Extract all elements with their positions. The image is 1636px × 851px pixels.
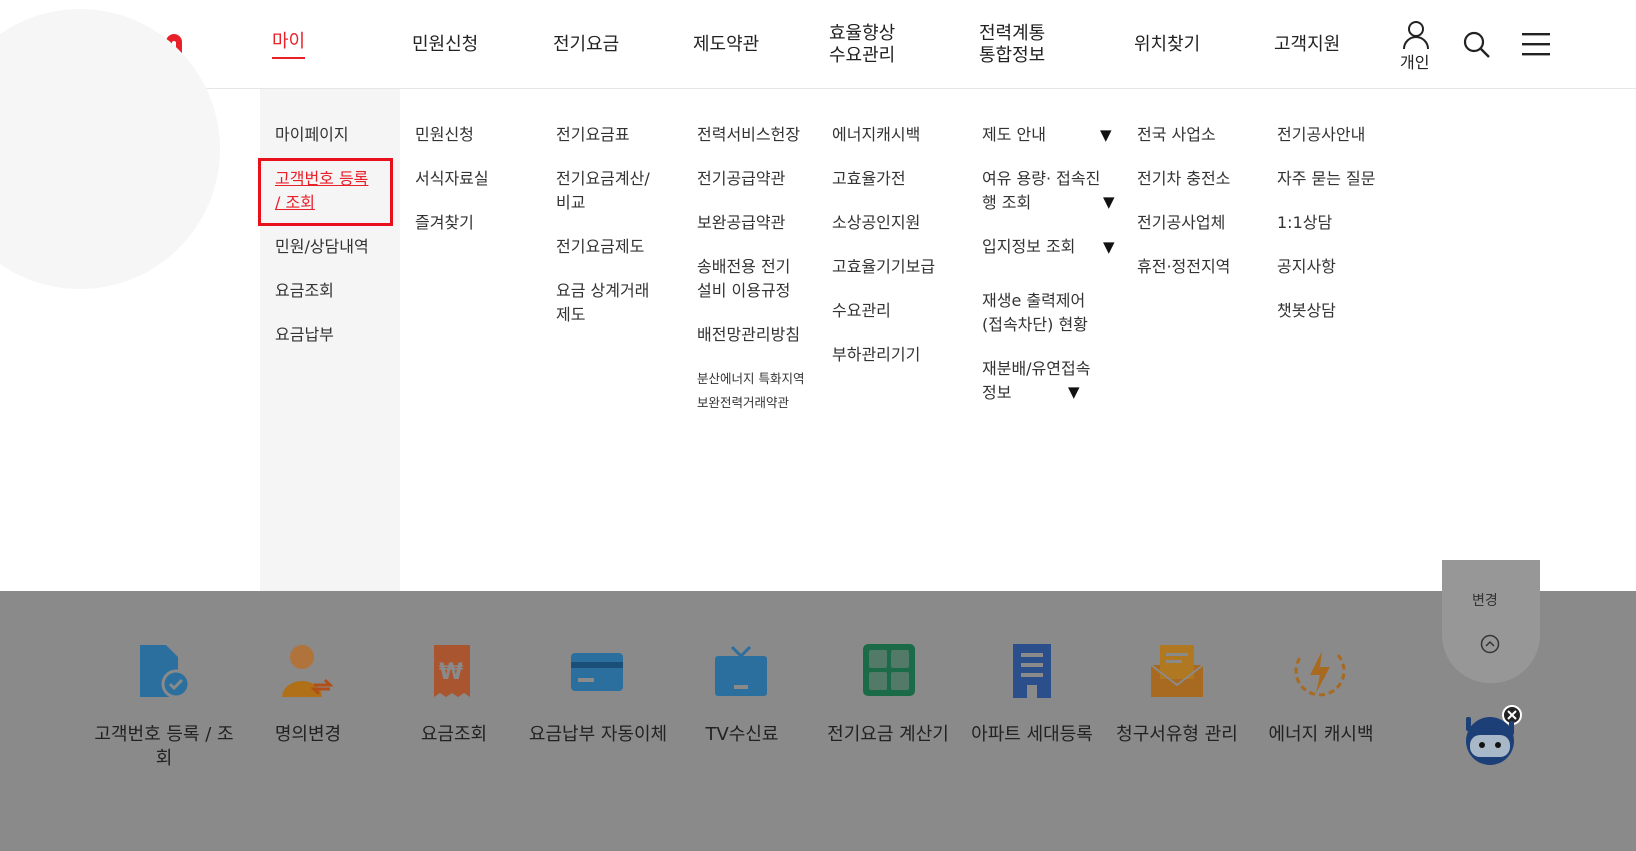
menu-my-page[interactable]: 마이페이지 <box>275 123 349 147</box>
menu-site-info[interactable]: 입지정보 조회 <box>982 235 1075 259</box>
menu-outage-area[interactable]: 휴전·정전지역 <box>1137 255 1230 279</box>
header: 한전 마이 민원신청 전기요금 제도약관 효율향상 수요관리 전력계통 통합정보… <box>0 0 1636 89</box>
gnb-grid[interactable]: 전력계통 통합정보 <box>979 0 1059 89</box>
menu-service-charter[interactable]: 전력서비스헌장 <box>697 123 800 147</box>
menu-favorites[interactable]: 즐겨찾기 <box>415 211 474 235</box>
menu-branch-offices[interactable]: 전국 사업소 <box>1137 123 1216 147</box>
selection-highlight-box <box>258 158 393 226</box>
quick-label-auto-payment[interactable]: 요금납부 자동이체 <box>523 723 673 747</box>
menu-civil-apply[interactable]: 민원신청 <box>415 123 474 147</box>
floating-side-widget <box>1442 560 1540 683</box>
search-icon[interactable] <box>1462 30 1492 60</box>
gnb-fee[interactable]: 전기요금 <box>553 0 619 89</box>
menu-fee-table[interactable]: 전기요금표 <box>556 123 630 147</box>
menu-supply-terms[interactable]: 전기공급약관 <box>697 167 785 191</box>
menu-chatbot[interactable]: 챗봇상담 <box>1277 299 1336 323</box>
card-icon[interactable] <box>570 652 624 692</box>
user-label[interactable]: 개인 <box>1400 49 1429 73</box>
user-icon[interactable] <box>1402 20 1430 50</box>
menu-transmission-rules[interactable]: 송배전용 전기 설비 이용규정 <box>697 255 807 303</box>
menu-net-metering[interactable]: 요금 상계거래 제도 <box>556 279 666 327</box>
quick-label-tv-fee[interactable]: TV수신료 <box>667 723 817 747</box>
menu-small-business[interactable]: 소상공인지원 <box>832 211 920 235</box>
menu-one-on-one[interactable]: 1:1상담 <box>1277 211 1332 235</box>
gnb-my[interactable]: 마이 <box>272 0 306 89</box>
tv-icon[interactable] <box>714 645 768 697</box>
mega-menu <box>0 9 1636 591</box>
menu-efficient-device[interactable]: 고효율기기보급 <box>832 255 935 279</box>
expand-arrow-icon[interactable]: ▼ <box>1103 193 1115 211</box>
expand-arrow-icon[interactable]: ▼ <box>1100 126 1112 144</box>
menu-efficient-appliance[interactable]: 고효율가전 <box>832 167 906 191</box>
mail-icon[interactable] <box>1150 643 1204 699</box>
menu-fee-inquiry[interactable]: 요금조회 <box>275 279 334 303</box>
menu-ev-charger[interactable]: 전기차 충전소 <box>1137 167 1230 191</box>
side-widget-label[interactable]: 변경 <box>1472 590 1498 610</box>
menu-consult-history[interactable]: 민원/상담내역 <box>275 235 369 259</box>
person-change-icon[interactable] <box>280 643 336 699</box>
doc-check-icon[interactable] <box>138 643 192 699</box>
menu-renewable-curtail[interactable]: 재생e 출력제어 (접속차단) 현황 <box>982 289 1102 337</box>
menu-fee-payment[interactable]: 요금납부 <box>275 323 334 347</box>
menu-contractor[interactable]: 전기공사업체 <box>1137 211 1225 235</box>
quick-label-fee-inquiry[interactable]: 요금조회 <box>379 723 529 747</box>
menu-energy-cashback[interactable]: 에너지캐시백 <box>832 123 920 147</box>
menu-faq[interactable]: 자주 묻는 질문 <box>1277 167 1376 191</box>
expand-arrow-icon[interactable]: ▼ <box>1068 383 1080 401</box>
menu-redistribution[interactable]: 재분배/유연접속 정보 <box>982 357 1102 405</box>
bill-won-icon[interactable]: ₩ <box>430 643 480 699</box>
quick-label-name-change[interactable]: 명의변경 <box>233 723 383 747</box>
hamburger-menu-icon[interactable] <box>1522 32 1550 56</box>
energy-bolt-icon[interactable] <box>1292 643 1348 699</box>
dimmed-overlay <box>0 591 1636 851</box>
quick-label-customer-number[interactable]: 고객번호 등록 / 조회 <box>89 723 239 771</box>
quick-label-bill-type[interactable]: 청구서유형 관리 <box>1102 723 1252 747</box>
menu-distributed-energy-terms[interactable]: 분산에너지 특화지역 보완전력거래약관 <box>697 367 817 415</box>
gnb-location[interactable]: 위치찾기 <box>1134 0 1200 89</box>
menu-fee-system[interactable]: 전기요금제도 <box>556 235 644 259</box>
scroll-up-icon[interactable] <box>1480 634 1500 654</box>
menu-demand-management[interactable]: 수요관리 <box>832 299 891 323</box>
quick-label-fee-calculator[interactable]: 전기요금 계산기 <box>813 723 963 747</box>
expand-arrow-icon[interactable]: ▼ <box>1103 238 1115 256</box>
menu-fee-calc[interactable]: 전기요금계산/ 비교 <box>556 167 666 215</box>
menu-construction-guide[interactable]: 전기공사안내 <box>1277 123 1365 147</box>
apartment-icon[interactable] <box>1012 643 1052 699</box>
menu-system-guide[interactable]: 제도 안내 <box>982 123 1046 147</box>
calculator-icon[interactable] <box>862 643 916 697</box>
menu-load-device[interactable]: 부하관리기기 <box>832 343 920 367</box>
menu-backup-terms[interactable]: 보완공급약관 <box>697 211 785 235</box>
menu-notice[interactable]: 공지사항 <box>1277 255 1336 279</box>
quick-label-apartment[interactable]: 아파트 세대등록 <box>957 723 1107 747</box>
gnb-terms[interactable]: 제도약관 <box>693 0 759 89</box>
gnb-civil[interactable]: 민원신청 <box>412 0 478 89</box>
quick-label-energy-cashback[interactable]: 에너지 캐시백 <box>1246 723 1396 747</box>
menu-form-library[interactable]: 서식자료실 <box>415 167 489 191</box>
svg-text:₩: ₩ <box>439 660 463 685</box>
menu-distribution-policy[interactable]: 배전망관리방침 <box>697 323 800 347</box>
menu-capacity-inquiry[interactable]: 여유 용량· 접속진행 조회 <box>982 167 1102 215</box>
gnb-efficiency[interactable]: 효율향상 수요관리 <box>829 0 909 89</box>
gnb-support[interactable]: 고객지원 <box>1274 0 1340 89</box>
chatbot-icon[interactable] <box>1460 705 1524 771</box>
